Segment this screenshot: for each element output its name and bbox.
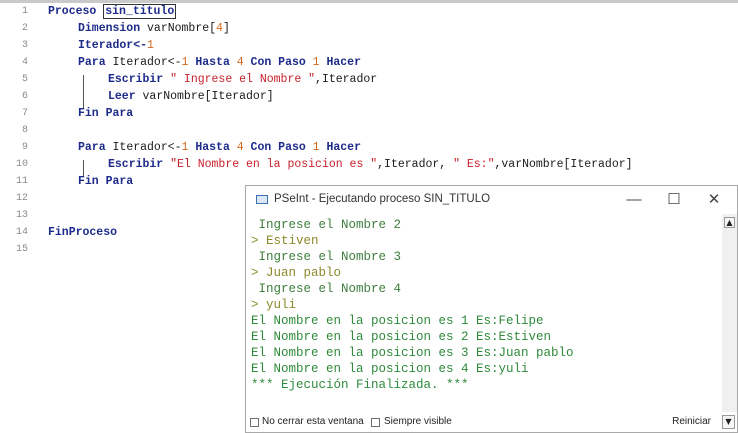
code-text: Iterador<- [105,56,182,69]
line-number: 6 [21,91,28,102]
console-output[interactable]: Ingrese el Nombre 2 > Estiven Ingrese el… [246,214,721,414]
always-visible-label: Siempre visible [384,416,452,427]
number-literal: 1 [312,141,320,154]
keyword: FinProceso [48,226,118,239]
block-guide-line [83,75,84,109]
code-line-3: Iterador<-1 [78,39,154,52]
number-literal: 4 [236,56,244,69]
console-bottombar: No cerrar esta ventana Siempre visible R… [246,412,737,432]
code-line-4: Para Iterador<-1 Hasta 4 Con Paso 1 Hace… [78,56,361,69]
code-line-9: Para Iterador<-1 Hasta 4 Con Paso 1 Hace… [78,141,361,154]
keyword: Para [78,141,106,154]
code-text: ] [222,22,230,35]
keyword: Hacer [319,56,361,69]
code-line-7: Fin Para [78,107,133,120]
keyword: Escribir [108,158,164,171]
keyword: Con Paso [243,56,313,69]
string-literal: " Ingrese el Nombre " [163,73,316,86]
line-number: 15 [15,244,28,255]
always-visible-checkbox[interactable] [371,418,380,427]
code-text: ,Iterador [315,73,378,86]
keyword: Hasta [188,56,237,69]
number-literal: 1 [312,56,320,69]
code-line-10: Escribir "El Nombre en la posicion es ",… [108,158,633,171]
line-number: 2 [21,23,28,34]
number-literal: 4 [236,141,244,154]
no-close-checkbox[interactable] [250,418,259,427]
editor-top-border [0,0,738,3]
code-text: varNombre[ [140,22,217,35]
number-literal: 4 [216,22,223,35]
keyword: Proceso [48,5,97,18]
line-number: 9 [21,142,28,153]
pseint-app-icon [256,195,268,204]
output-line: El Nombre en la posicion es 2 Es:Estiven [251,330,552,344]
code-text: ,varNombre[Iterador] [494,158,633,171]
scroll-up-icon[interactable]: ▲ [724,217,735,228]
maximize-button[interactable]: ☐ [657,188,691,212]
code-text: ,Iterador, [377,158,454,171]
no-close-label: No cerrar esta ventana [262,416,364,427]
number-literal: 1 [147,39,154,52]
output-line: *** Ejecución Finalizada. *** [251,378,469,392]
string-literal: "El Nombre en la posicion es " [163,158,378,171]
output-line: Ingrese el Nombre 3 [251,250,402,264]
code-text: Iterador<- [78,39,148,52]
output-line: > Juan pablo [251,266,342,280]
process-name: sin_titulo [103,4,177,19]
line-number: 3 [21,40,28,51]
code-line-14: FinProceso [48,226,117,239]
line-number: 7 [21,108,28,119]
keyword: Hacer [319,141,361,154]
output-line: El Nombre en la posicion es 1 Es:Felipe [251,314,544,328]
restart-button[interactable]: Reiniciar [672,416,711,427]
line-number: 10 [15,159,28,170]
code-line-1: Proceso sin_titulo [48,4,177,19]
keyword: Hasta [188,141,237,154]
keyword: Con Paso [243,141,313,154]
line-number: 12 [15,193,28,204]
line-number: 11 [15,176,28,187]
keyword: Dimension [78,22,141,35]
console-scrollbar[interactable]: ▲ [722,214,737,414]
line-number: 1 [21,6,28,17]
code-line-2: Dimension varNombre[4] [78,22,230,35]
execution-console-window[interactable]: PSeInt - Ejecutando proceso SIN_TITULO —… [245,185,738,433]
code-line-6: Leer varNombre[Iterador] [108,90,274,103]
output-line: El Nombre en la posicion es 3 Es:Juan pa… [251,346,574,360]
line-number: 5 [21,74,28,85]
keyword: Escribir [108,73,164,86]
code-line-5: Escribir " Ingrese el Nombre ",Iterador [108,73,377,86]
output-line: Ingrese el Nombre 2 [251,218,402,232]
output-line: > Estiven [251,234,319,248]
output-line: > yuli [251,298,297,312]
code-text: varNombre[Iterador] [135,90,274,103]
console-titlebar[interactable]: PSeInt - Ejecutando proceso SIN_TITULO —… [246,186,737,214]
minimize-button[interactable]: — [617,188,651,212]
line-number: 8 [21,125,28,136]
keyword: Fin Para [78,107,134,120]
code-line-11: Fin Para [78,175,133,188]
keyword: Fin Para [78,175,134,188]
dropdown-arrow-icon[interactable]: ▼ [722,415,735,429]
output-line: Ingrese el Nombre 4 [251,282,402,296]
output-line: El Nombre en la posicion es 4 Es:yuli [251,362,529,376]
line-number: 13 [15,210,28,221]
string-literal: " Es:" [453,158,495,171]
keyword: Para [78,56,106,69]
line-number: 14 [15,227,28,238]
code-text: Iterador<- [105,141,182,154]
console-title: PSeInt - Ejecutando proceso SIN_TITULO [274,193,491,205]
line-number: 4 [21,57,28,68]
close-button[interactable]: ✕ [697,188,731,212]
keyword: Leer [108,90,136,103]
